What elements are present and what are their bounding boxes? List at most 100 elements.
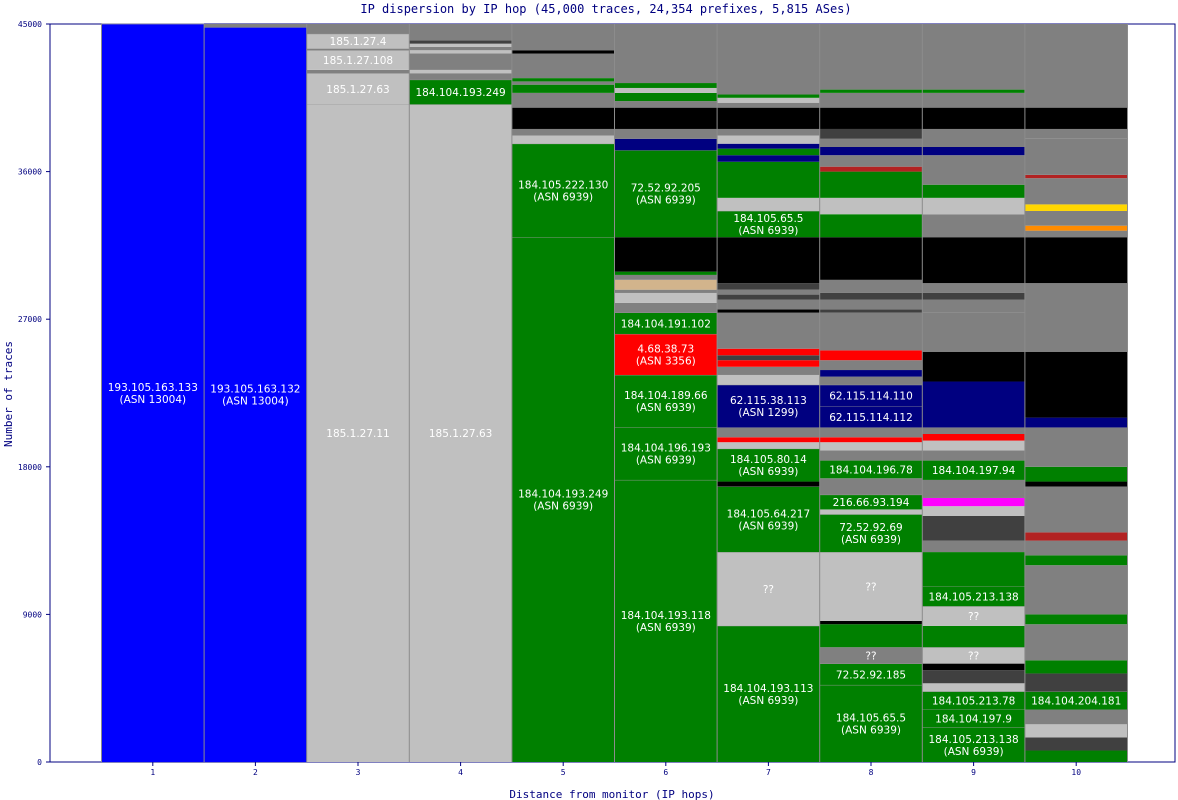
hop-8-segment: [819, 292, 923, 300]
hop-7-segment: [717, 102, 820, 108]
hop-7-segment: [717, 442, 820, 449]
hop-10-segment: [1024, 24, 1128, 108]
hop-9-segment: [922, 625, 1025, 648]
hop-8-segment-label: 72.52.92.185: [836, 669, 906, 681]
hop-9-segment: [922, 312, 1025, 352]
hop-10-segment: [1024, 532, 1128, 541]
hop-6-segment-label: 184.104.193.118: [621, 610, 711, 622]
hop-5-segment: [511, 24, 615, 51]
hop-10-segment: [1024, 204, 1128, 211]
hop-9-segment: [922, 440, 1025, 451]
hop-8-segment: [819, 312, 923, 351]
hop-9-segment: [922, 92, 1025, 108]
hop-5-segment: [511, 135, 615, 144]
hop-8-segment-label: 72.52.92.69: [839, 522, 902, 534]
hop-9-segment: [922, 283, 1025, 293]
hop-4-segment: [409, 43, 512, 47]
hop-9-segment: [922, 197, 1025, 215]
hop-1-segment-label: 193.105.163.133: [108, 382, 198, 394]
hop-7-segment: [717, 128, 820, 136]
hop-6-segment: [614, 279, 718, 290]
hop-10-segment: [1024, 624, 1128, 661]
hop-10-segment: [1024, 481, 1128, 487]
hop-8-segment-label: 62.115.114.110: [829, 390, 913, 402]
hop-6-segment: [614, 92, 718, 102]
hop-7-segment-asn: (ASN 6939): [738, 225, 798, 237]
hop-9-segment: [922, 299, 1025, 313]
hop-column-10: 184.104.204.181: [1024, 24, 1128, 762]
hop-8-segment: [819, 89, 923, 93]
hop-8-segment: [819, 360, 923, 371]
hop-8-segment-asn: (ASN 6939): [841, 724, 901, 736]
hop-8-segment: [819, 620, 923, 625]
hop-9-segment: [922, 427, 1025, 434]
hop-9-segment-label: ??: [968, 611, 979, 623]
hop-8-segment: [819, 376, 923, 385]
hop-9-segment: [922, 434, 1025, 441]
hop-8-segment: [819, 237, 923, 280]
hop-10-segment: [1024, 174, 1128, 179]
hop-10-segment: [1024, 352, 1128, 418]
hop-10-segment: [1024, 540, 1128, 556]
hop-6-segment-label: 184.104.191.102: [621, 318, 711, 330]
hop-6-segment: [614, 107, 718, 129]
hop-6-segment-asn: (ASN 6939): [636, 195, 696, 207]
hop-8-segment: [819, 624, 923, 648]
hop-7-segment-asn: (ASN 6939): [738, 695, 798, 707]
hop-8-segment: [819, 138, 923, 147]
hop-3-segment: [306, 69, 410, 74]
hop-7-segment-asn: (ASN 6939): [738, 520, 798, 532]
x-tick-label: 4: [458, 768, 463, 777]
hop-8-segment: [819, 197, 923, 215]
hop-7-segment: [717, 294, 820, 300]
hop-5-segment: [511, 92, 615, 108]
hop-9-segment: [922, 516, 1025, 541]
hop-8-segment: [819, 214, 923, 238]
hop-6-segment: [614, 289, 718, 293]
x-tick-label: 3: [356, 768, 361, 777]
hop-7-segment: [717, 348, 820, 356]
hop-6-segment: [614, 87, 718, 93]
hop-6-segment-asn: (ASN 3356): [636, 355, 696, 367]
hop-9-segment: [922, 683, 1025, 692]
hop-5-segment-label: 184.104.193.249: [518, 489, 608, 501]
hop-8-segment: [819, 107, 923, 129]
hop-8-segment: [819, 171, 923, 198]
hop-9-segment: [922, 352, 1025, 382]
hop-6-segment-label: 184.104.189.66: [624, 390, 708, 402]
hop-8-segment: [819, 128, 923, 139]
hop-10-segment: [1024, 565, 1128, 615]
hop-10-segment: [1024, 230, 1128, 238]
hop-5-segment-label: 184.105.222.130: [518, 179, 608, 191]
hop-4-segment-label: 184.104.193.249: [416, 87, 506, 99]
hop-2-segment-asn: (ASN 13004): [222, 396, 289, 408]
y-axis-label: Number of traces: [2, 341, 15, 447]
hop-9-segment: [922, 292, 1025, 300]
hop-1-segment-asn: (ASN 13004): [119, 394, 186, 406]
hop-5-segment: [511, 128, 615, 136]
hop-7-segment: [717, 299, 820, 310]
hop-9-segment-label: 184.105.213.138: [929, 591, 1019, 603]
y-tick-label: 18000: [18, 463, 42, 472]
hop-7-segment-label: 184.105.64.217: [727, 508, 811, 520]
hop-6-segment: [614, 128, 718, 139]
hop-7-segment: [717, 94, 820, 98]
x-tick-label: 7: [766, 768, 771, 777]
hop-10-segment: [1024, 417, 1128, 428]
dispersion-chart: IP dispersion by IP hop (45,000 traces, …: [2, 2, 1176, 800]
hop-8-segment-label: ??: [865, 582, 876, 594]
hop-10-segment: [1024, 237, 1128, 284]
x-tick-label: 9: [971, 768, 976, 777]
hop-4-segment-label: 185.1.27.63: [429, 428, 492, 440]
hop-9-segment: [922, 670, 1025, 684]
hop-9-segment: [922, 552, 1025, 587]
hop-7-segment-label: 184.105.80.14: [730, 454, 807, 466]
hop-3-segment-label: 185.1.27.63: [326, 84, 389, 96]
hop-4-segment: [409, 53, 512, 70]
hop-7-segment: [717, 197, 820, 211]
hop-8-segment: [819, 478, 923, 495]
hop-7-segment: [717, 366, 820, 375]
hop-column-5: 184.104.193.249(ASN 6939)184.105.222.130…: [511, 24, 615, 762]
hop-8-segment: [819, 427, 923, 438]
hop-8-segment: [819, 166, 923, 172]
